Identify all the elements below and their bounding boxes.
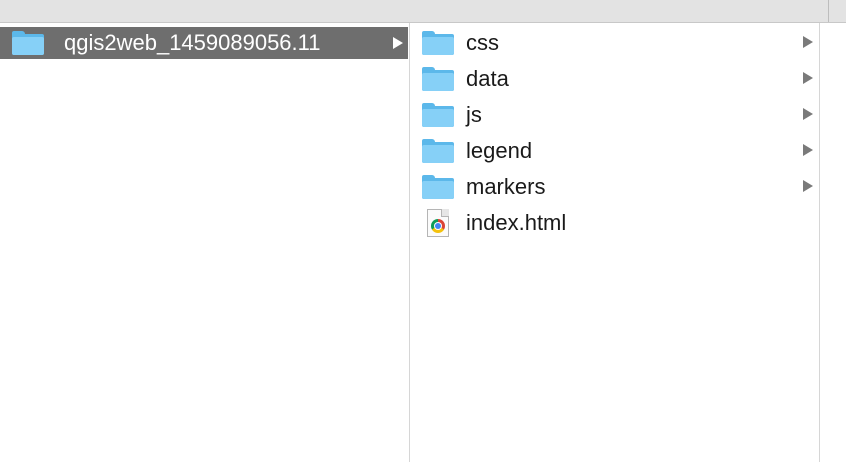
column-item-label: js (466, 102, 482, 127)
column-item-index-html-file[interactable]: index.html (410, 207, 818, 239)
column-item-data-folder[interactable]: data (410, 63, 818, 95)
column-item-label: data (466, 66, 509, 91)
disclosure-arrow-icon (803, 72, 813, 84)
column-item-label: markers (466, 174, 546, 199)
column-item-label: index.html (466, 210, 567, 235)
column-item-js-folder[interactable]: js (410, 99, 818, 131)
column-item-label: qgis2web_1459089056.11 (64, 30, 321, 55)
chrome-html-file-icon (427, 209, 449, 237)
column-divider[interactable] (819, 23, 820, 462)
folder-icon (422, 67, 454, 91)
toolbar-divider (828, 0, 829, 22)
disclosure-arrow-icon (803, 108, 813, 120)
disclosure-arrow-icon (803, 144, 813, 156)
disclosure-arrow-icon (803, 36, 813, 48)
folder-icon (422, 139, 454, 163)
finder-toolbar-strip (0, 0, 846, 23)
column-item-qgis2web-folder[interactable]: qgis2web_1459089056.11 (0, 27, 408, 59)
folder-icon (12, 31, 44, 55)
column-item-css-folder[interactable]: css (410, 27, 818, 59)
disclosure-arrow-icon (393, 37, 403, 49)
column-item-legend-folder[interactable]: legend (410, 135, 818, 167)
column-item-label: css (466, 30, 499, 55)
folder-icon (422, 103, 454, 127)
folder-icon (422, 31, 454, 55)
column-item-markers-folder[interactable]: markers (410, 171, 818, 203)
folder-icon (422, 175, 454, 199)
column-item-label: legend (466, 138, 533, 163)
disclosure-arrow-icon (803, 180, 813, 192)
